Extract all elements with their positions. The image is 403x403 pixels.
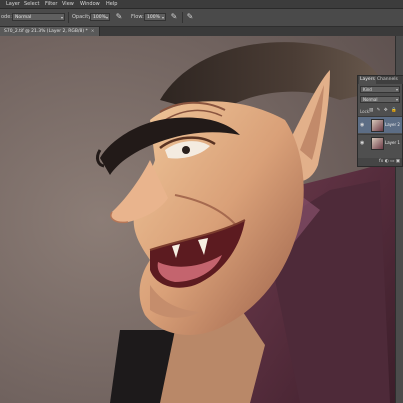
eye-icon[interactable]: ◉ [360, 122, 364, 128]
chevron-down-icon: ▾ [395, 87, 398, 92]
chevron-down-icon: ▾ [161, 15, 164, 20]
document-title: S70_2.tif @ 21.3% (Layer 2, RGB/8) * [4, 29, 88, 34]
opacity-value: 100% [93, 15, 106, 20]
layer-name: Layer 2 [385, 122, 400, 127]
pressure-opacity-icon[interactable]: ✎ [114, 12, 124, 22]
layer-name: Layer 1 [385, 140, 400, 145]
tab-layers[interactable]: Layers [359, 76, 376, 84]
document-tab-bar: S70_2.tif @ 21.3% (Layer 2, RGB/8) * × [0, 27, 403, 36]
panel-footer-icons[interactable]: fx ◐ ▭ ▣ [358, 158, 402, 166]
flow-label: Flow: [131, 14, 144, 20]
menu-filter[interactable]: Filter [45, 0, 57, 8]
flow-field[interactable]: 100% ▾ [144, 13, 166, 21]
lock-icons[interactable]: ▧ ✎ ✥ 🔒 [369, 108, 398, 113]
layer-thumbnail [371, 119, 384, 132]
blend-mode-select[interactable]: Normal ▾ [360, 96, 400, 103]
menu-help[interactable]: Help [106, 0, 117, 8]
chevron-down-icon: ▾ [395, 97, 398, 102]
blend-value: Normal [363, 97, 378, 102]
close-icon[interactable]: × [91, 29, 95, 34]
layer-row[interactable]: ◉ Layer 1 [358, 134, 402, 151]
separator [68, 12, 69, 23]
menu-window[interactable]: Window [80, 0, 100, 8]
opacity-field[interactable]: 100% ▾ [90, 13, 110, 21]
pressure-size-icon[interactable]: ✎ [185, 12, 195, 22]
canvas[interactable] [0, 36, 403, 403]
menu-bar: Layer Select Filter View Window Help [0, 0, 403, 9]
artwork-illustration [0, 36, 403, 403]
panel-tabs: Layers Channels [358, 76, 403, 84]
chevron-down-icon: ▾ [105, 15, 108, 20]
menu-select[interactable]: Select [24, 0, 39, 8]
menu-layer[interactable]: Layer [6, 0, 20, 8]
eye-icon[interactable]: ◉ [360, 140, 364, 146]
layer-filter-select[interactable]: Kind ▾ [360, 86, 400, 93]
filter-value: Kind [363, 87, 372, 92]
mode-value: Normal [15, 15, 32, 20]
layer-row[interactable]: ◉ Layer 2 [358, 116, 402, 133]
layer-thumbnail [371, 137, 384, 150]
layers-panel: Layers Channels Kind ▾ Normal ▾ Lock: ▧ … [357, 75, 403, 167]
mode-select[interactable]: Normal ▾ [12, 13, 65, 21]
separator [182, 12, 183, 23]
options-bar: ode: Normal ▾ Opacity: 100% ▾ ✎ Flow: 10… [0, 9, 403, 27]
mode-label: ode: [1, 14, 12, 20]
document-tab[interactable]: S70_2.tif @ 21.3% (Layer 2, RGB/8) * × [0, 27, 100, 36]
airbrush-icon[interactable]: ✎ [169, 12, 179, 22]
tab-channels[interactable]: Channels [377, 76, 398, 84]
flow-value: 100% [147, 15, 160, 20]
menu-view[interactable]: View [62, 0, 74, 8]
chevron-down-icon: ▾ [60, 15, 63, 20]
